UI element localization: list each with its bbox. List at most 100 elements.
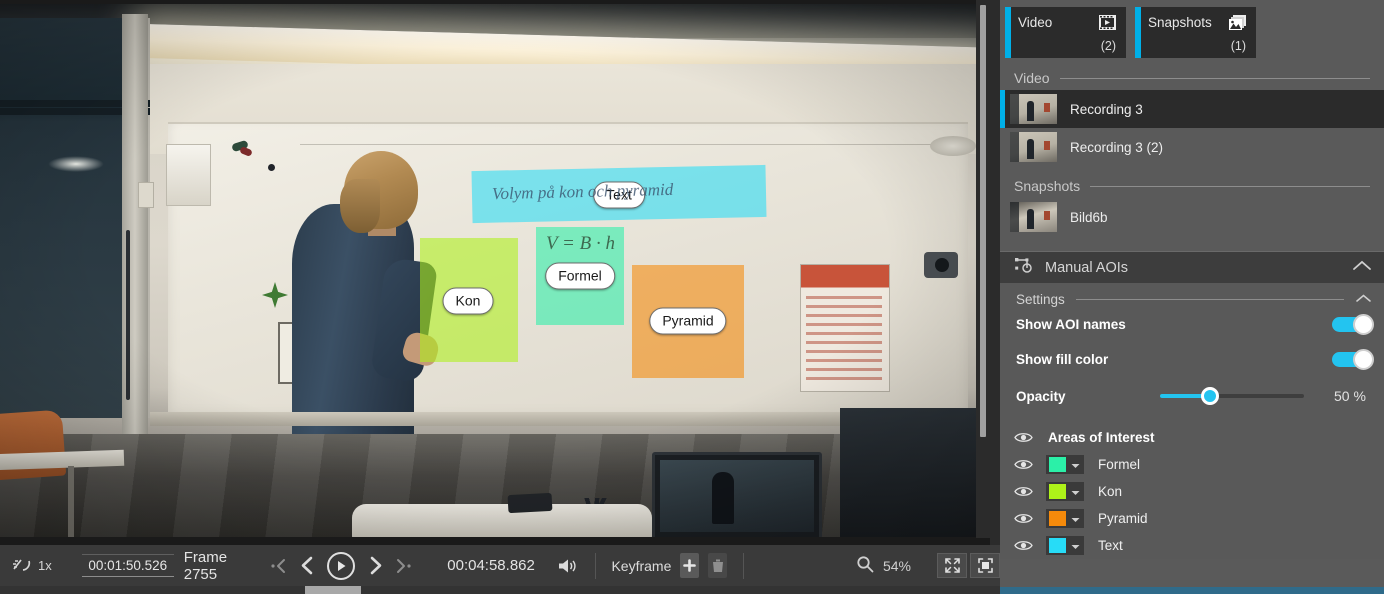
timeline-strip[interactable]: [0, 586, 1000, 594]
settings-header[interactable]: Settings: [1000, 283, 1384, 307]
aoi-color-picker[interactable]: [1046, 509, 1084, 528]
show-fill-color-toggle[interactable]: [1332, 349, 1374, 370]
fit-screen-icon[interactable]: [937, 553, 967, 578]
media-tabs: Video (2) Snapshots (1): [1000, 0, 1384, 66]
toolbar-divider: [594, 552, 596, 579]
media-item-recording-3-2[interactable]: Recording 3 (2): [1000, 128, 1384, 166]
aoi-label-kon[interactable]: Kon: [442, 287, 494, 315]
tab-video-label: Video: [1018, 15, 1053, 30]
keyframe-delete-button[interactable]: [708, 553, 728, 578]
play-icon[interactable]: [327, 551, 356, 580]
tab-snapshots-count: (1): [1230, 39, 1246, 53]
actual-size-icon[interactable]: [970, 553, 1000, 578]
zoom-level-label: 54%: [882, 557, 911, 574]
eye-icon[interactable]: [1012, 458, 1034, 471]
areas-of-interest-label: Areas of Interest: [1048, 430, 1155, 445]
timeline-segment[interactable]: [305, 586, 361, 594]
video-section-label: Video: [1014, 70, 1050, 86]
chevron-down-icon[interactable]: [1071, 483, 1080, 501]
aoi-item-label: Text: [1098, 538, 1123, 553]
playback-toolbar: 1x Frame 2755: [0, 545, 1000, 586]
section-rule: [1090, 185, 1370, 187]
aoi-item-label: Kon: [1098, 484, 1123, 499]
view-mode-buttons: [937, 553, 1000, 578]
areas-of-interest-list: Areas of Interest Formel Kon Pyramid Text: [1000, 415, 1384, 559]
chevron-down-icon[interactable]: [1071, 510, 1080, 528]
media-item-recording-3[interactable]: Recording 3: [1000, 90, 1384, 128]
chevron-down-icon[interactable]: [1071, 456, 1080, 474]
tab-snapshots-label: Snapshots: [1148, 15, 1212, 30]
right-side-panel: Video (2) Snapshots (1) Video Recording …: [1000, 0, 1384, 594]
opacity-value: 50 %: [1334, 388, 1366, 404]
aoi-color-picker[interactable]: [1046, 536, 1084, 555]
aoi-list-item-formel[interactable]: Formel: [1000, 451, 1384, 478]
setting-show-aoi-names: Show AOI names: [1000, 307, 1384, 342]
media-item-label: Recording 3: [1070, 101, 1143, 117]
image-stack-icon: [1228, 14, 1247, 36]
video-player-pane: Text Kon Formel Pyramid Volym på kon och pyr…: [0, 0, 1000, 594]
playback-speed-label: 1x: [38, 558, 52, 573]
duration-label: 00:04:58.862: [447, 557, 535, 574]
current-time-input[interactable]: [81, 554, 174, 577]
volume-icon[interactable]: [557, 557, 579, 575]
speed-gauge-icon: [12, 557, 31, 575]
video-viewport[interactable]: Text Kon Formel Pyramid Volym på kon och pyr…: [0, 0, 990, 545]
show-aoi-names-label: Show AOI names: [1016, 317, 1126, 332]
setting-opacity: Opacity 50 %: [1000, 377, 1384, 415]
aoi-color-picker[interactable]: [1046, 482, 1084, 501]
frame-number-label: Frame 2755: [183, 548, 228, 583]
thumbnail: [1010, 94, 1057, 124]
show-aoi-names-toggle[interactable]: [1332, 314, 1374, 335]
aoi-group-row[interactable]: Areas of Interest: [1000, 424, 1384, 451]
snapshots-section-label: Snapshots: [1014, 178, 1081, 194]
media-item-label: Recording 3 (2): [1070, 139, 1164, 155]
opacity-slider[interactable]: [1160, 387, 1304, 405]
manual-aois-header[interactable]: Manual AOIs: [1000, 251, 1384, 283]
tab-video-count: (2): [1100, 39, 1116, 53]
video-section-header: Video: [1000, 66, 1384, 90]
aoi-rows-container: Formel Kon Pyramid Text: [1000, 451, 1384, 559]
eye-icon[interactable]: [1012, 485, 1034, 498]
snapshots-section-header: Snapshots: [1000, 174, 1384, 198]
show-fill-color-label: Show fill color: [1016, 352, 1109, 367]
video-vertical-scrollbar[interactable]: [976, 0, 990, 538]
tab-video[interactable]: Video (2): [1005, 7, 1126, 58]
transport-controls: [271, 551, 411, 580]
video-frame[interactable]: Text Kon Formel Pyramid Volym på kon och pyr…: [0, 4, 980, 537]
opacity-slider-thumb[interactable]: [1201, 387, 1219, 405]
keyframe-add-button[interactable]: [680, 553, 700, 578]
tab-snapshots[interactable]: Snapshots (1): [1135, 7, 1256, 58]
settings-rule: [1075, 299, 1344, 300]
formula-handwriting: V = B · h: [546, 233, 615, 254]
media-item-bild6b[interactable]: Bild6b: [1000, 198, 1384, 236]
eye-icon[interactable]: [1012, 512, 1034, 525]
aoi-color-swatch: [1049, 538, 1066, 553]
magnifier-icon: [856, 555, 874, 576]
manual-aois-body: Settings Show AOI names Show fill color: [1000, 283, 1384, 559]
video-vertical-scrollbar-thumb[interactable]: [980, 5, 986, 437]
aoi-item-label: Formel: [1098, 457, 1141, 472]
setting-show-fill-color: Show fill color: [1000, 342, 1384, 377]
aoi-list-item-pyramid[interactable]: Pyramid: [1000, 505, 1384, 532]
eye-icon[interactable]: [1012, 539, 1034, 552]
playback-speed-control[interactable]: 1x: [12, 557, 52, 575]
eye-icon[interactable]: [1012, 431, 1034, 444]
application-window: Text Kon Formel Pyramid Volym på kon och pyr…: [0, 0, 1384, 594]
chevron-up-icon[interactable]: [1355, 292, 1372, 307]
aoi-color-picker[interactable]: [1046, 455, 1084, 474]
chevron-up-icon[interactable]: [1352, 259, 1372, 276]
aoi-list-item-kon[interactable]: Kon: [1000, 478, 1384, 505]
next-keyframe-icon[interactable]: [395, 553, 411, 579]
aoi-label-formel[interactable]: Formel: [545, 262, 615, 290]
aoi-item-label: Pyramid: [1098, 511, 1148, 526]
chevron-down-icon[interactable]: [1071, 537, 1080, 555]
settings-title: Settings: [1016, 292, 1065, 307]
media-item-label: Bild6b: [1070, 209, 1108, 225]
prev-keyframe-icon[interactable]: [271, 553, 287, 579]
aoi-label-pyramid[interactable]: Pyramid: [649, 307, 727, 335]
next-frame-icon[interactable]: [364, 553, 386, 579]
aoi-list-item-text[interactable]: Text: [1000, 532, 1384, 559]
zoom-control[interactable]: 54%: [856, 555, 911, 576]
prev-frame-icon[interactable]: [296, 553, 318, 579]
section-rule: [1059, 77, 1370, 79]
